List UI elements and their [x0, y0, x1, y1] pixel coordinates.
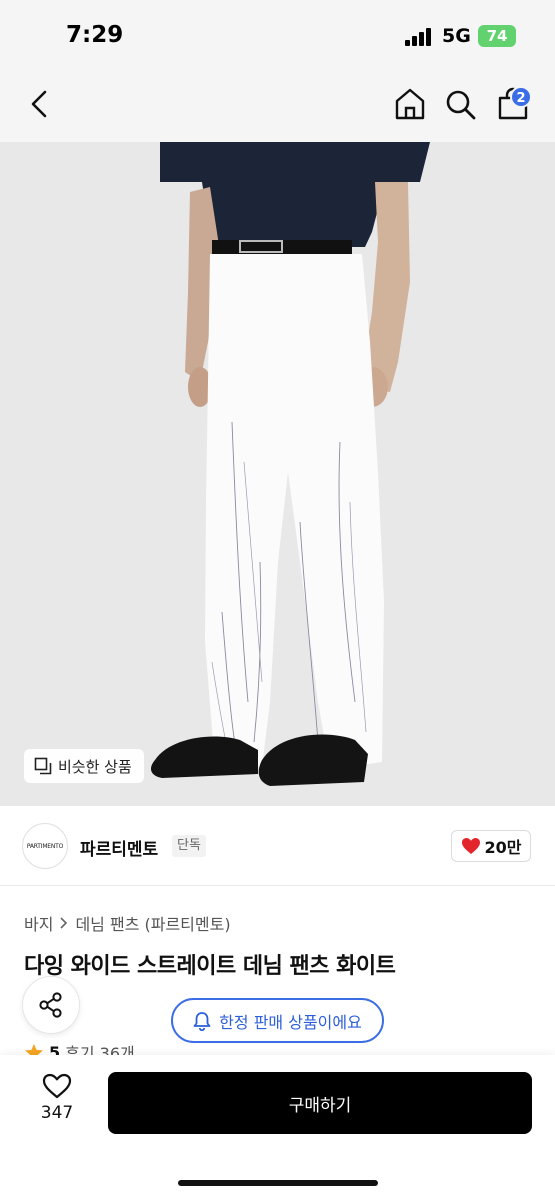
chevron-right-icon — [60, 917, 68, 929]
bell-icon — [193, 1011, 211, 1031]
home-icon[interactable] — [392, 86, 428, 122]
battery-icon: 74 — [478, 25, 516, 47]
brand-like-button[interactable]: 20만 — [451, 830, 531, 862]
similar-products-label: 비슷한 상품 — [58, 757, 132, 776]
breadcrumb-subcategory[interactable]: 데님 팬츠 (파르티멘토) — [75, 911, 230, 935]
status-time: 7:29 — [66, 22, 124, 48]
share-button[interactable] — [22, 976, 80, 1034]
product-title: 다잉 와이드 스트레이트 데님 팬츠 화이트 — [24, 954, 396, 979]
search-icon[interactable] — [444, 86, 478, 122]
breadcrumb-category[interactable]: 바지 — [24, 911, 53, 935]
bottom-purchase-bar: 347 구매하기 — [0, 1055, 555, 1200]
breadcrumb: 바지 데님 팬츠 (파르티멘토) — [24, 911, 231, 935]
brand-logo-text: PARTIMENTO — [26, 842, 64, 850]
heart-outline-icon — [42, 1073, 72, 1099]
product-photo — [0, 142, 555, 806]
similar-products-button[interactable]: 비슷한 상품 — [24, 749, 144, 783]
buy-button[interactable]: 구매하기 — [108, 1072, 532, 1134]
nav-bar: 2 — [0, 66, 555, 142]
limited-sale-pill[interactable]: 한정 판매 상품이에요 — [171, 998, 384, 1043]
brand-row: PARTIMENTO 파르티멘토 단독 20만 — [0, 806, 555, 886]
wishlist-button[interactable]: 347 — [30, 1073, 84, 1131]
home-indicator — [178, 1180, 378, 1186]
wishlist-count: 347 — [40, 1103, 74, 1123]
brand-like-count: 20만 — [484, 838, 522, 857]
network-label: 5G — [442, 25, 471, 47]
share-icon — [39, 992, 62, 1018]
status-bar: 7:29 5G 74 — [0, 0, 555, 66]
product-image[interactable] — [0, 142, 555, 806]
chevron-left-icon[interactable] — [24, 86, 54, 122]
heart-icon — [461, 838, 480, 854]
cart-count-badge: 2 — [510, 86, 532, 108]
limited-sale-label: 한정 판매 상품이에요 — [219, 1012, 362, 1032]
brand-name[interactable]: 파르티멘토 — [80, 835, 158, 860]
similar-icon — [34, 757, 52, 775]
exclusive-badge: 단독 — [172, 835, 206, 857]
brand-logo[interactable]: PARTIMENTO — [22, 823, 68, 869]
signal-icon — [405, 28, 435, 46]
